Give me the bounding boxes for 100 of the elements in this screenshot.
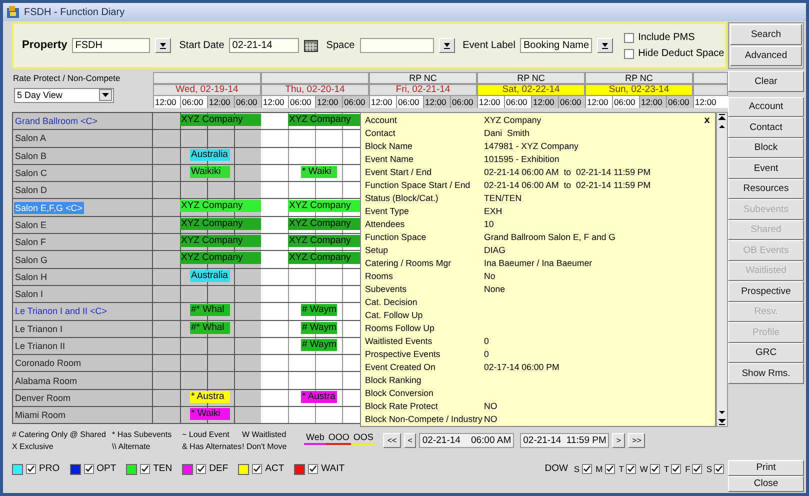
space-label: Space [326, 39, 355, 53]
detail-label: Block Rate Protect [365, 402, 439, 411]
detail-label: Rooms Follow Up [365, 324, 436, 333]
view-label: Rate Protect / Non-Compete [13, 72, 122, 85]
checkbox[interactable] [714, 464, 724, 474]
event-bar[interactable]: XYZ Company [180, 235, 261, 248]
checkbox[interactable] [196, 464, 206, 474]
legend-text: W Waitlisted [242, 430, 286, 440]
nav-button[interactable]: > [612, 433, 626, 448]
event-bar[interactable]: Waikiki [190, 166, 230, 178]
event-bar[interactable]: #* Whal [190, 304, 230, 316]
checkbox[interactable] [582, 464, 592, 474]
action-button[interactable]: Event [728, 158, 804, 178]
event-bar[interactable]: XYZ Company [180, 114, 261, 126]
action-button[interactable]: Close [728, 476, 804, 492]
checkbox[interactable] [84, 464, 94, 474]
event-bar[interactable]: # Waym [301, 304, 337, 316]
status-label: WAIT [321, 462, 345, 476]
time-label: 12:00 [315, 96, 342, 108]
event-bar[interactable]: XYZ Company [288, 252, 360, 264]
room-name[interactable]: Salon B [14, 150, 48, 162]
to-datetime-field[interactable]: 02-21-14 11:59 PM [520, 433, 610, 448]
action-button[interactable]: Block [728, 138, 804, 158]
room-name[interactable]: Salon C [14, 167, 48, 180]
action-button[interactable]: Print [728, 460, 804, 476]
time-label: 06:00 [450, 96, 477, 108]
event-bar[interactable]: XYZ Company [288, 114, 360, 126]
checkbox[interactable] [624, 32, 634, 42]
event-bar[interactable]: Australia [190, 148, 230, 161]
start-date-field[interactable]: 02-21-14 [229, 38, 300, 53]
nav-button[interactable]: >> [628, 433, 646, 448]
detail-value: TEN/TEN [484, 194, 522, 203]
action-button[interactable]: Show Rms. [728, 363, 804, 384]
action-button[interactable]: Contact [728, 117, 804, 138]
action-button[interactable]: GRC [728, 342, 804, 363]
event-bar[interactable]: * Waiki [190, 408, 230, 420]
checkbox[interactable] [140, 464, 150, 474]
event-bar[interactable]: Australia [190, 270, 230, 282]
detail-label: Contact [365, 129, 396, 138]
nav-button[interactable]: << [383, 433, 401, 448]
event-bar[interactable]: XYZ Company [288, 218, 360, 230]
detail-label: Rooms [365, 272, 394, 281]
time-label: 06:00 [342, 96, 369, 108]
detail-value: NO [484, 402, 498, 411]
checkbox[interactable] [26, 464, 36, 474]
action-button[interactable]: Search [730, 24, 802, 44]
checkbox[interactable] [604, 464, 615, 474]
room-name[interactable]: Salon G [14, 254, 49, 266]
event-bar[interactable]: #* Whal [190, 322, 230, 334]
event-bar[interactable]: * Austra [190, 390, 230, 403]
action-button[interactable]: Prospective [728, 281, 804, 302]
from-datetime-field[interactable]: 02-21-14 06:00 AM [419, 433, 514, 448]
event-bar[interactable]: XYZ Company [288, 235, 360, 248]
time-label: 12:00 [639, 96, 666, 108]
detail-label: Event Created On [365, 363, 436, 372]
event-bar[interactable]: XYZ Company [180, 218, 261, 230]
room-name[interactable]: Salon I [14, 288, 44, 300]
room-name[interactable]: Salon D [14, 184, 48, 196]
action-button[interactable]: Clear [728, 71, 804, 92]
dismiss-button[interactable]: x [701, 115, 713, 127]
event-bar[interactable]: # Waym [301, 322, 337, 334]
nav-button[interactable]: < [404, 433, 416, 448]
checkbox[interactable] [650, 464, 660, 474]
time-label: 06:00 [666, 96, 693, 108]
event-bar[interactable]: XYZ Company [180, 252, 261, 264]
space-field[interactable] [360, 38, 434, 53]
action-button[interactable]: Resources [728, 178, 804, 199]
dropdown-button[interactable] [99, 89, 112, 102]
checkbox[interactable] [692, 464, 702, 474]
detail-label: Cat. Decision [365, 298, 418, 307]
checkbox[interactable] [671, 464, 682, 474]
checkbox[interactable] [252, 464, 262, 474]
legend-text: X Exclusive [12, 442, 54, 452]
event-bar[interactable]: XYZ Company [180, 200, 261, 212]
room-name[interactable]: Salon E [14, 218, 48, 231]
event-label-field[interactable]: Booking Name [520, 38, 592, 53]
checkbox[interactable] [626, 464, 636, 474]
down-arrow-icon [601, 42, 610, 49]
action-button[interactable]: Account [728, 96, 804, 117]
status-label: DEF [209, 462, 228, 476]
view-select[interactable]: 5 Day View [14, 88, 114, 103]
checkbox[interactable] [308, 464, 318, 474]
scrollbar[interactable] [716, 112, 728, 427]
scroll-top-icon [717, 113, 727, 122]
detail-value: 10 [484, 220, 494, 229]
event-bar[interactable]: XYZ Company [288, 200, 360, 212]
room-name[interactable]: Salon F [14, 236, 48, 248]
event-bar[interactable]: * Waiki [301, 166, 337, 178]
detail-label: Block Conversion [365, 389, 434, 398]
status-label: PRO [39, 462, 60, 476]
detail-label: Block Non-Compete / Industry [365, 415, 484, 424]
property-field[interactable]: FSDH [72, 38, 150, 53]
event-bar[interactable]: * Austra [301, 390, 337, 403]
room-name[interactable]: Salon H [14, 270, 48, 283]
room-name[interactable]: Salon A [14, 132, 48, 144]
event-bar[interactable]: # Waym [301, 338, 337, 351]
checkbox[interactable] [624, 48, 634, 58]
down-arrow-icon [442, 42, 451, 49]
action-button[interactable]: Advanced [730, 46, 802, 66]
detail-label: Subevents [365, 285, 408, 294]
